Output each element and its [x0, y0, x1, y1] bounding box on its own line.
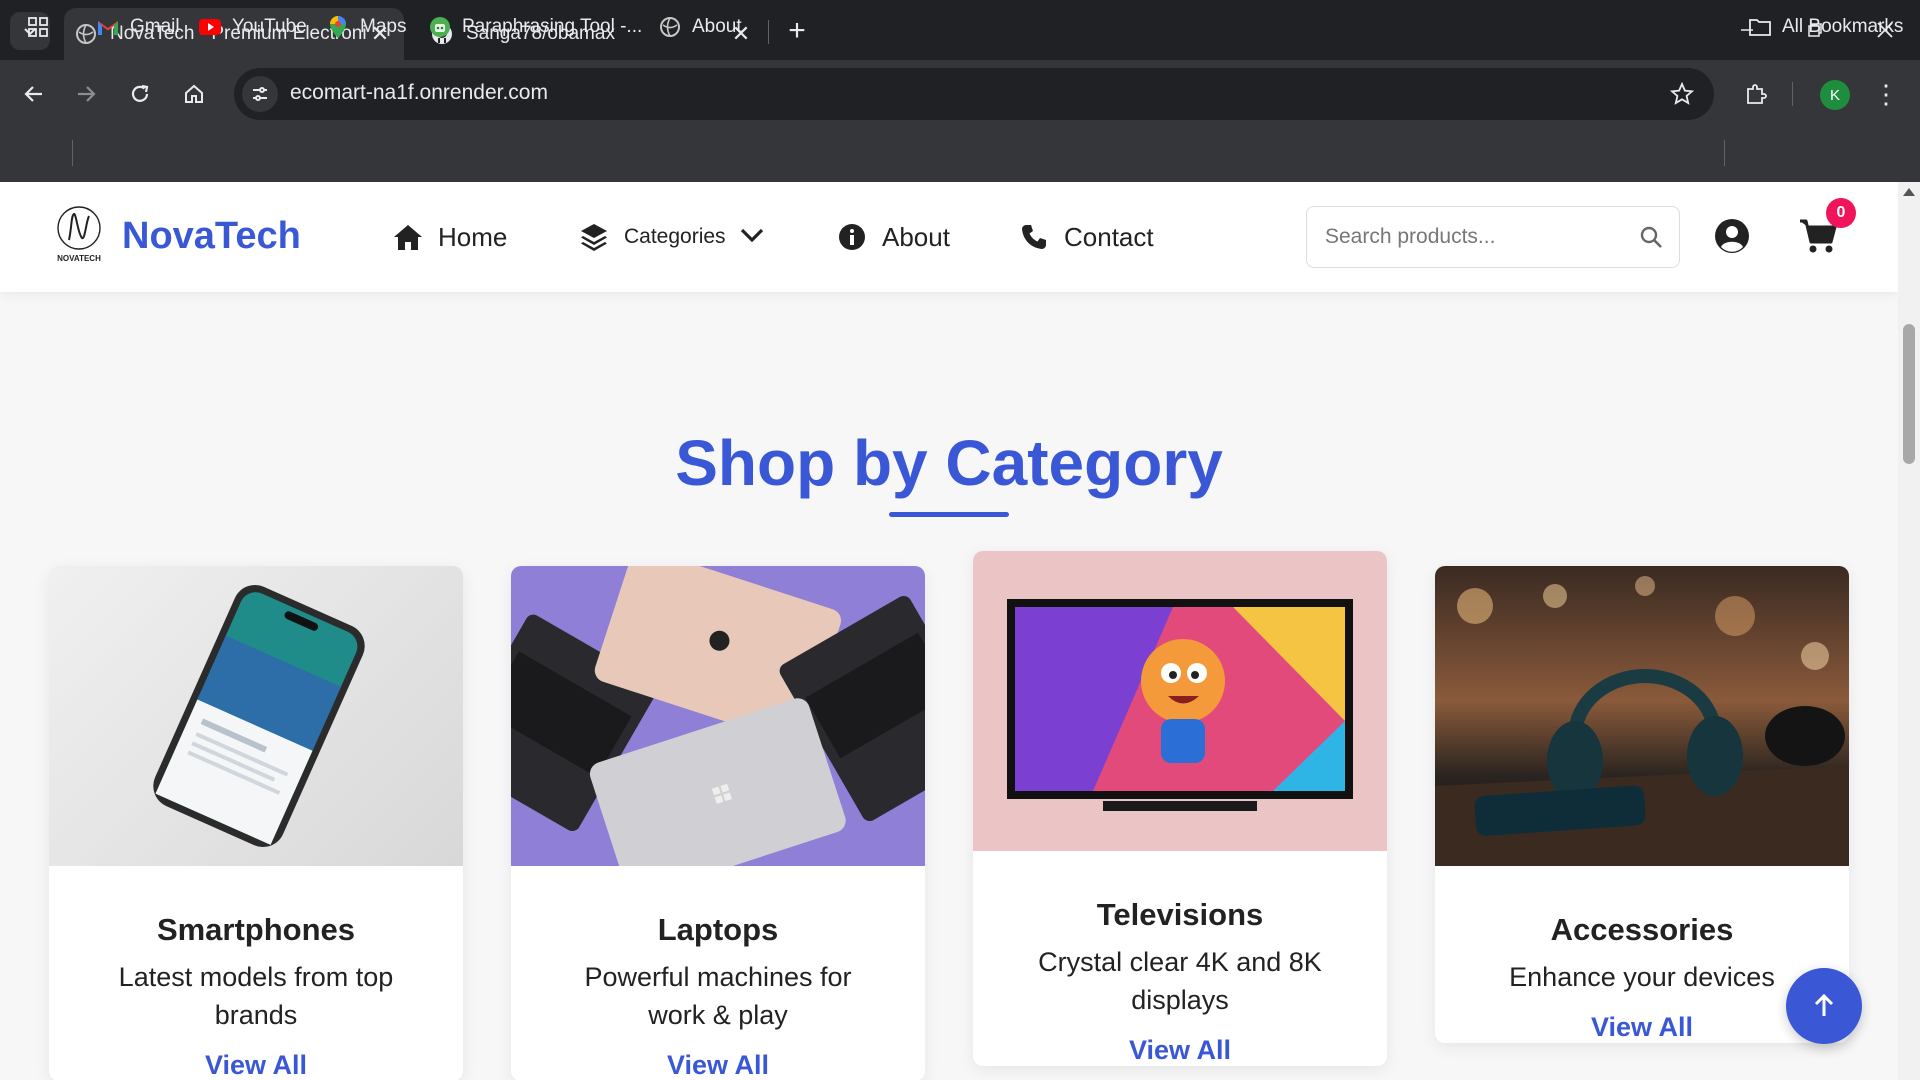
- all-bookmarks-button[interactable]: All Bookmarks: [1748, 12, 1903, 42]
- cart-count-badge: 0: [1826, 198, 1856, 228]
- category-card-laptops[interactable]: Laptops Powerful machines for work & pla…: [511, 566, 925, 1080]
- toolbar-divider: [1792, 82, 1793, 106]
- home-icon: [185, 84, 203, 103]
- bookmark-youtube[interactable]: YouTube: [198, 12, 307, 42]
- forward-button[interactable]: [64, 72, 108, 116]
- bookmark-label: Maps: [360, 16, 407, 37]
- bookmarks-bar: [0, 128, 1920, 182]
- nav-home[interactable]: Home: [392, 215, 507, 259]
- globe-icon: [658, 15, 682, 39]
- site-header: NOVATECH NovaTech Home Categories About: [0, 182, 1898, 292]
- bookmark-divider: [72, 140, 73, 166]
- tab-divider: [768, 20, 769, 44]
- site-info-button[interactable]: [242, 76, 278, 112]
- tune-icon: [253, 87, 267, 101]
- card-title: Accessories: [1550, 912, 1734, 947]
- extensions-button[interactable]: [1734, 72, 1778, 116]
- apps-grid-icon: [26, 15, 50, 39]
- page-scrollbar[interactable]: [1898, 182, 1920, 1080]
- bookmark-label: Paraphrasing Tool -...: [462, 16, 643, 37]
- bookmark-label: YouTube: [232, 16, 307, 37]
- nav-about-label: About: [882, 221, 950, 252]
- scrollbar-thumb[interactable]: [1903, 324, 1915, 464]
- view-all-link[interactable]: View All: [511, 1050, 925, 1080]
- bookmark-paraphrasing-tool[interactable]: Paraphrasing Tool -...: [428, 12, 642, 42]
- bookmark-label: Gmail: [130, 16, 180, 37]
- phone-icon: [1018, 221, 1050, 253]
- section-title: Shop by Category: [675, 427, 1223, 499]
- nav-home-label: Home: [438, 221, 508, 252]
- address-bar[interactable]: ecomart-na1f.onrender.com: [234, 68, 1714, 120]
- maps-pin-icon: [326, 15, 350, 39]
- reload-icon: [131, 84, 149, 102]
- category-card-smartphones[interactable]: Smartphones Latest models from top brand…: [49, 566, 463, 1080]
- card-title: Laptops: [657, 912, 779, 947]
- url-text: ecomart-na1f.onrender.com: [290, 81, 548, 104]
- television-image: [973, 551, 1387, 851]
- profile-avatar[interactable]: K: [1820, 80, 1850, 110]
- bookmark-about[interactable]: About: [658, 12, 742, 42]
- arrow-right-icon: [78, 86, 96, 102]
- nav-categories-label: Categories: [624, 225, 726, 248]
- logo-text: NOVATECH: [57, 254, 101, 263]
- chevron-down-icon: [740, 225, 764, 249]
- card-description: Powerful machines for work & play: [584, 962, 852, 1030]
- card-description: Latest models from top brands: [118, 962, 394, 1030]
- brand-name[interactable]: NovaTech: [122, 215, 301, 258]
- card-description: Crystal clear 4K and 8K displays: [1038, 947, 1322, 1015]
- search-input[interactable]: [1323, 221, 1623, 253]
- category-card-televisions[interactable]: Televisions Crystal clear 4K and 8K disp…: [973, 551, 1387, 1066]
- view-all-link[interactable]: View All: [49, 1050, 463, 1080]
- back-button[interactable]: [12, 72, 56, 116]
- view-all-link[interactable]: View All: [973, 1035, 1387, 1066]
- scroll-up-arrow-icon[interactable]: [1903, 188, 1915, 196]
- gmail-icon: [96, 15, 120, 39]
- nav-contact-label: Contact: [1064, 221, 1154, 252]
- youtube-icon: [198, 15, 222, 39]
- bookmark-label: About: [692, 16, 742, 37]
- bookmark-gmail[interactable]: Gmail: [96, 12, 180, 42]
- more-menu-icon[interactable]: ⋮: [1866, 72, 1906, 116]
- category-card-accessories[interactable]: Accessories Enhance your devices View Al…: [1435, 566, 1849, 1043]
- search-icon[interactable]: [1637, 223, 1665, 251]
- card-description: Enhance your devices: [1509, 962, 1775, 992]
- nav-about[interactable]: About: [836, 215, 950, 259]
- web-page: NOVATECH NovaTech Home Categories About: [0, 182, 1898, 1080]
- card-title: Televisions: [1096, 897, 1264, 932]
- folder-icon: [1748, 15, 1772, 39]
- search-box: [1306, 206, 1680, 268]
- arrow-up-icon: [1814, 993, 1834, 1016]
- accessories-image: [1435, 566, 1849, 866]
- bookmark-star-icon[interactable]: [1666, 78, 1698, 110]
- title-underline: [889, 512, 1009, 517]
- bookmark-maps[interactable]: Maps: [326, 12, 406, 42]
- home-button[interactable]: [172, 72, 216, 116]
- nav-contact[interactable]: Contact: [1018, 215, 1154, 259]
- bookmark-divider: [1724, 140, 1725, 166]
- nav-categories[interactable]: Categories: [578, 215, 764, 259]
- globe-icon: [74, 22, 98, 46]
- back-to-top-button[interactable]: [1786, 968, 1862, 1044]
- novatech-logo[interactable]: NOVATECH: [52, 204, 106, 264]
- new-tab-button[interactable]: +: [780, 14, 814, 48]
- home-icon: [392, 221, 424, 253]
- puzzle-icon: [1747, 84, 1767, 104]
- user-account-icon[interactable]: [1714, 218, 1750, 254]
- arrow-left-icon: [24, 86, 42, 102]
- info-icon: [836, 221, 868, 253]
- robot-icon: [428, 15, 452, 39]
- smartphone-image: [49, 566, 463, 866]
- apps-button[interactable]: [26, 12, 60, 42]
- layers-icon: [578, 221, 610, 253]
- card-title: Smartphones: [156, 912, 356, 947]
- laptops-image: [511, 566, 925, 866]
- all-bookmarks-label: All Bookmarks: [1782, 16, 1904, 37]
- reload-button[interactable]: [118, 72, 162, 116]
